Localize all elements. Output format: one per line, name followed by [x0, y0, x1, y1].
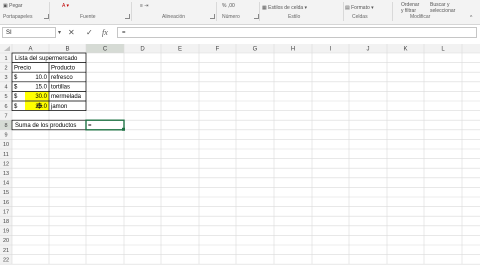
- row-header-5[interactable]: 5: [4, 94, 7, 100]
- row-header-11[interactable]: 11: [3, 152, 9, 158]
- fill-handle[interactable]: [122, 127, 125, 131]
- currency-symbol[interactable]: $: [14, 75, 18, 81]
- row-header-12[interactable]: 12: [3, 161, 9, 167]
- header-price[interactable]: Precio: [14, 65, 32, 71]
- row-header-8[interactable]: 8: [4, 123, 7, 129]
- active-cell[interactable]: [85, 119, 125, 131]
- sum-label[interactable]: Suma de los productos: [15, 123, 76, 129]
- row-header-21[interactable]: 21: [3, 248, 9, 254]
- worksheet-grid[interactable]: A B C D E F G H I J K L1234567891011121314151617181…: [0, 0, 480, 270]
- row-header-3[interactable]: 3: [4, 75, 7, 81]
- row-header-4[interactable]: 4: [4, 85, 7, 91]
- product-name[interactable]: tortillas: [51, 85, 70, 91]
- move-cursor-icon: ✥: [36, 101, 43, 110]
- price-value[interactable]: 30.0: [35, 94, 47, 100]
- product-name[interactable]: mermelada: [51, 94, 82, 100]
- currency-symbol[interactable]: $: [14, 104, 18, 110]
- table-title[interactable]: Lista del supermercado: [15, 56, 78, 62]
- column-header-h[interactable]: H: [291, 47, 295, 53]
- row-header-6[interactable]: 6: [4, 104, 7, 110]
- row-header-2[interactable]: 2: [4, 65, 7, 71]
- row-header-22[interactable]: 22: [3, 257, 9, 263]
- row-header-20[interactable]: 20: [3, 238, 9, 244]
- currency-symbol[interactable]: $: [14, 85, 18, 91]
- price-value[interactable]: 15.0: [35, 85, 47, 91]
- product-name[interactable]: jamon: [50, 104, 67, 110]
- row-header-17[interactable]: 17: [3, 209, 9, 215]
- column-header-k[interactable]: K: [403, 47, 407, 53]
- header-product[interactable]: Producto: [51, 65, 76, 71]
- row-header-10[interactable]: 10: [3, 142, 9, 148]
- currency-symbol[interactable]: $: [14, 94, 18, 100]
- product-name[interactable]: refresco: [51, 75, 73, 81]
- column-header-b[interactable]: B: [65, 47, 69, 53]
- row-header-7[interactable]: 7: [4, 113, 7, 119]
- sum-formula-cell[interactable]: =: [88, 123, 92, 129]
- row-header-15[interactable]: 15: [3, 190, 9, 196]
- column-header-a[interactable]: A: [28, 47, 32, 53]
- row-header-16[interactable]: 16: [3, 200, 9, 206]
- row-header-19[interactable]: 19: [3, 229, 9, 235]
- column-header-bar: [0, 44, 480, 53]
- row-header-13[interactable]: 13: [3, 171, 9, 177]
- price-value[interactable]: 10.0: [35, 75, 47, 81]
- row-header-9[interactable]: 9: [4, 133, 7, 139]
- column-header-g[interactable]: G: [253, 47, 258, 53]
- column-header-d[interactable]: D: [140, 47, 145, 53]
- column-header-j[interactable]: J: [367, 47, 370, 53]
- column-header-f[interactable]: F: [216, 47, 220, 53]
- column-header-c[interactable]: C: [103, 47, 108, 53]
- row-header-18[interactable]: 18: [3, 219, 9, 225]
- column-header-e[interactable]: E: [178, 47, 182, 53]
- row-header-14[interactable]: 14: [3, 181, 9, 187]
- row-header-1[interactable]: 1: [4, 56, 7, 62]
